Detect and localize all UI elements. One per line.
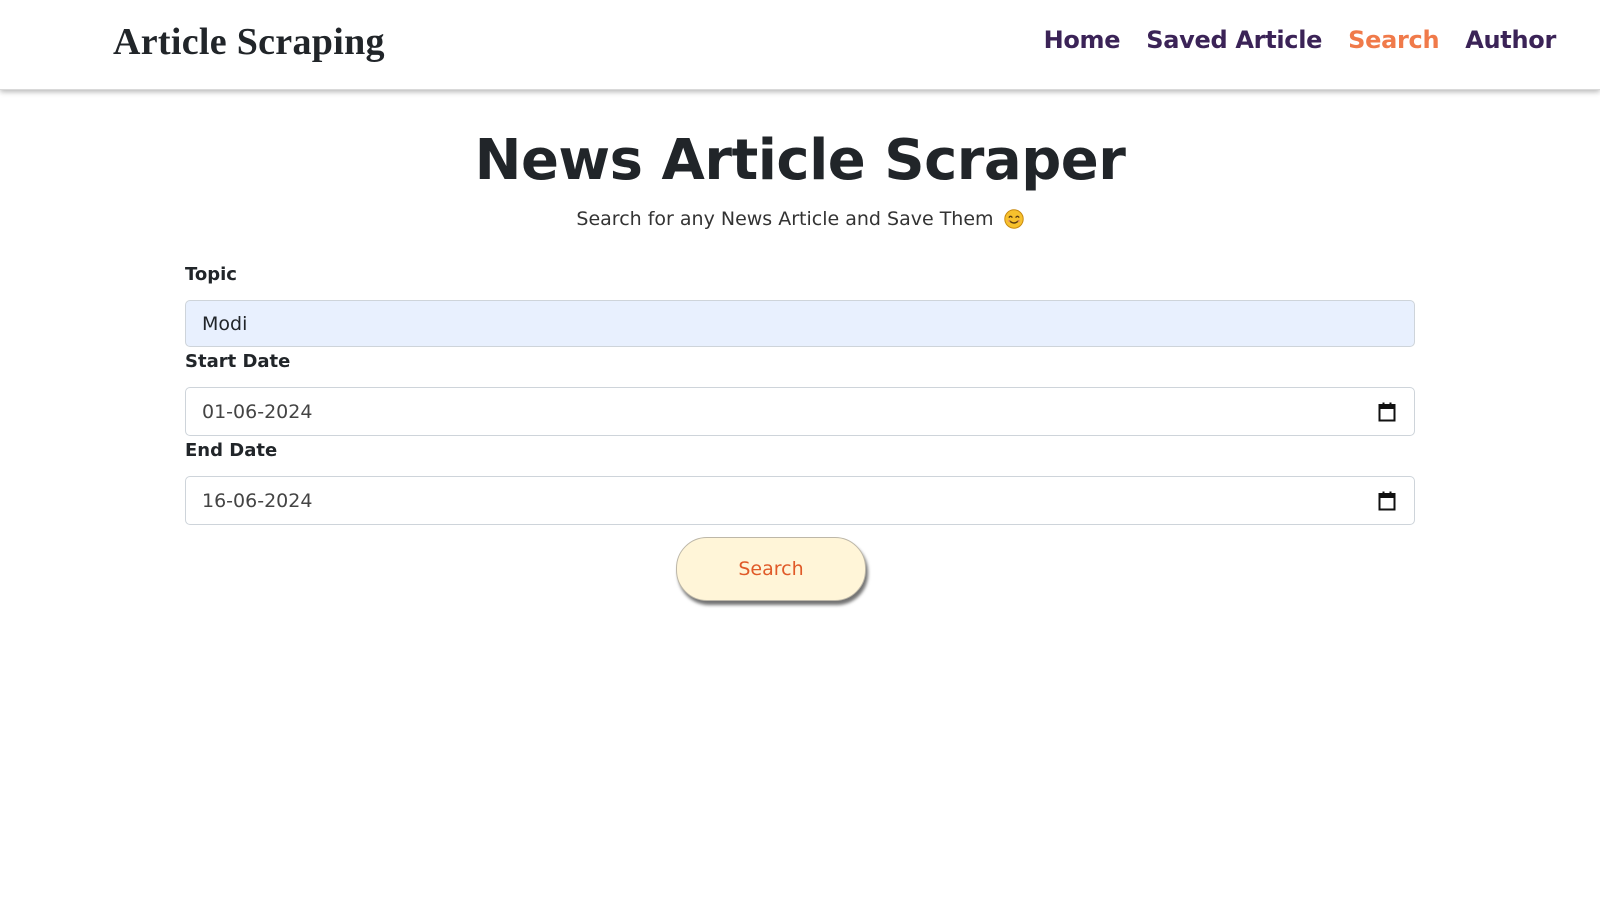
start-date-label: Start Date <box>185 351 291 372</box>
topic-input-value: Modi <box>202 312 248 335</box>
topic-input[interactable]: Modi <box>185 300 1415 347</box>
topic-label: Topic <box>185 264 237 285</box>
smiley-emoji-icon <box>1003 209 1024 229</box>
end-date-label: End Date <box>185 440 278 461</box>
navbar: Article Scraping Home Saved Article Sear… <box>0 0 1600 90</box>
page-subtitle: Search for any News Article and Save The… <box>0 208 1600 230</box>
nav-link-author[interactable]: Author <box>1465 26 1556 54</box>
start-date-input[interactable]: 01-06-2024 <box>185 387 1415 436</box>
calendar-icon[interactable] <box>1378 402 1396 422</box>
brand-title[interactable]: Article Scraping <box>113 20 385 64</box>
end-date-value: 16-06-2024 <box>202 489 313 512</box>
nav-links: Home Saved Article Search Author <box>1044 26 1557 54</box>
nav-link-search[interactable]: Search <box>1348 26 1439 54</box>
calendar-icon[interactable] <box>1378 491 1396 511</box>
page-title: News Article Scraper <box>474 128 1126 193</box>
nav-link-saved-article[interactable]: Saved Article <box>1146 26 1322 54</box>
nav-link-home[interactable]: Home <box>1044 26 1121 54</box>
search-button[interactable]: Search <box>676 537 866 601</box>
start-date-value: 01-06-2024 <box>202 400 313 423</box>
subtitle-text: Search for any News Article and Save The… <box>576 208 994 230</box>
end-date-input[interactable]: 16-06-2024 <box>185 476 1415 525</box>
